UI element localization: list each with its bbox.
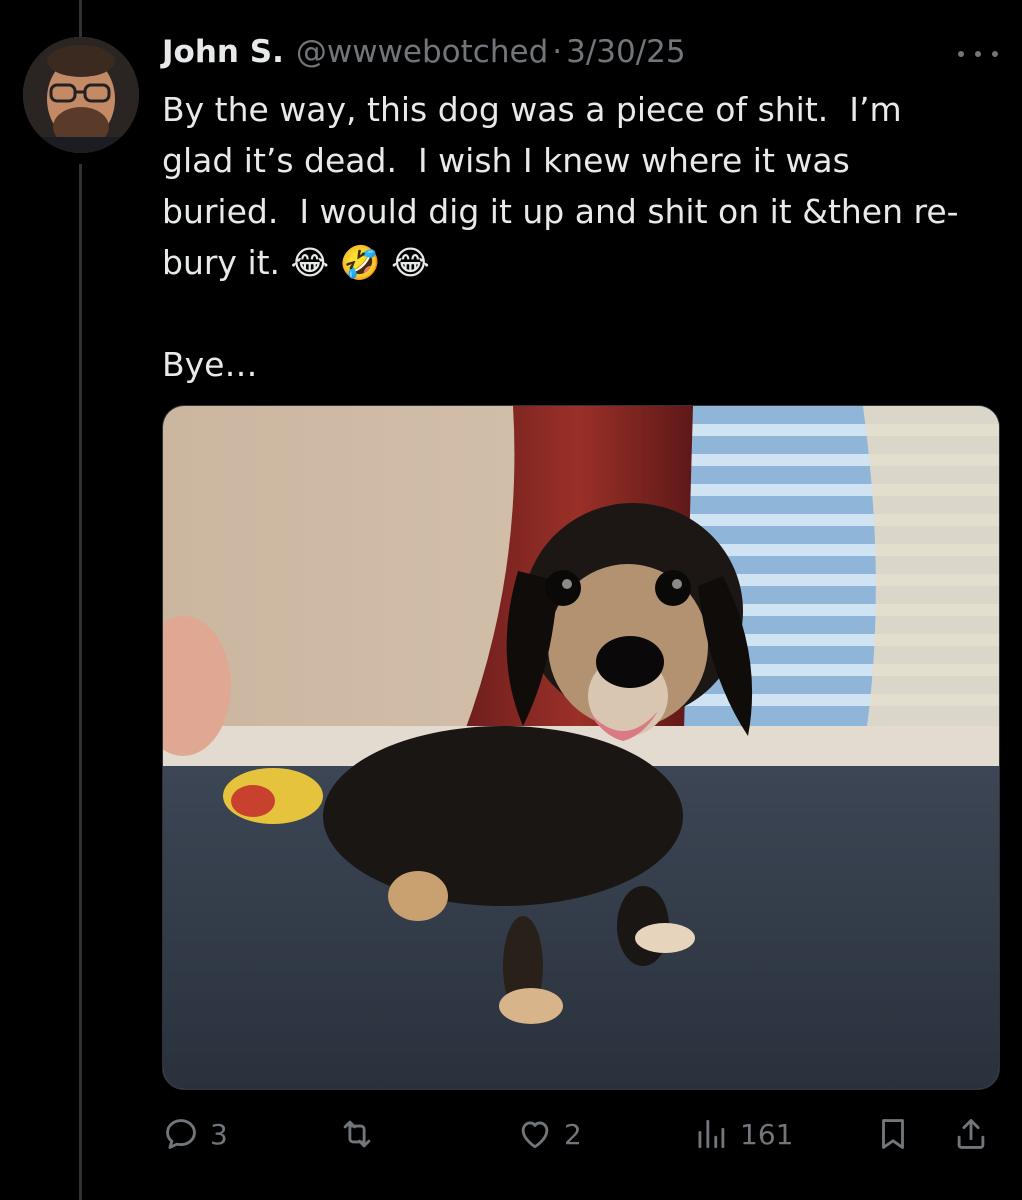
more-dot — [975, 51, 981, 57]
reply-count: 3 — [210, 1117, 228, 1151]
bookmark-icon — [882, 1119, 904, 1149]
thread-line-bottom — [79, 164, 82, 1200]
reply-icon — [166, 1119, 196, 1149]
like-count: 2 — [564, 1117, 582, 1151]
dog-photo — [163, 406, 999, 1089]
avatar[interactable] — [23, 37, 139, 153]
tweet-date[interactable]: 3/30/25 — [566, 34, 686, 70]
tweet-text: By the way, this dog was a piece of shit… — [162, 90, 959, 384]
more-options-icon[interactable] — [958, 42, 998, 66]
reply-button[interactable]: 3 — [162, 1112, 228, 1156]
retweet-button[interactable] — [338, 1112, 386, 1156]
bookmark-button[interactable] — [874, 1112, 912, 1156]
avatar-image — [23, 37, 139, 153]
heart-icon — [521, 1121, 549, 1149]
more-dot — [958, 51, 964, 57]
tweet-header: John S. @wwwebotched · 3/30/25 — [162, 34, 686, 78]
views-count: 161 — [740, 1117, 794, 1151]
share-button[interactable] — [952, 1112, 990, 1156]
views-icon — [698, 1119, 725, 1149]
like-button[interactable]: 2 — [516, 1112, 582, 1156]
header-separator: · — [552, 34, 563, 70]
retweet-icon — [343, 1120, 371, 1148]
tweet-media-photo[interactable] — [162, 405, 1000, 1090]
more-dot — [992, 51, 998, 57]
author-handle[interactable]: @wwwebotched — [296, 34, 548, 70]
author-name[interactable]: John S. — [162, 34, 284, 70]
views-button[interactable]: 161 — [692, 1112, 793, 1156]
share-icon — [957, 1119, 985, 1149]
thread-line-top — [79, 0, 82, 38]
tweet-actions: 3 2 161 — [162, 1112, 998, 1156]
